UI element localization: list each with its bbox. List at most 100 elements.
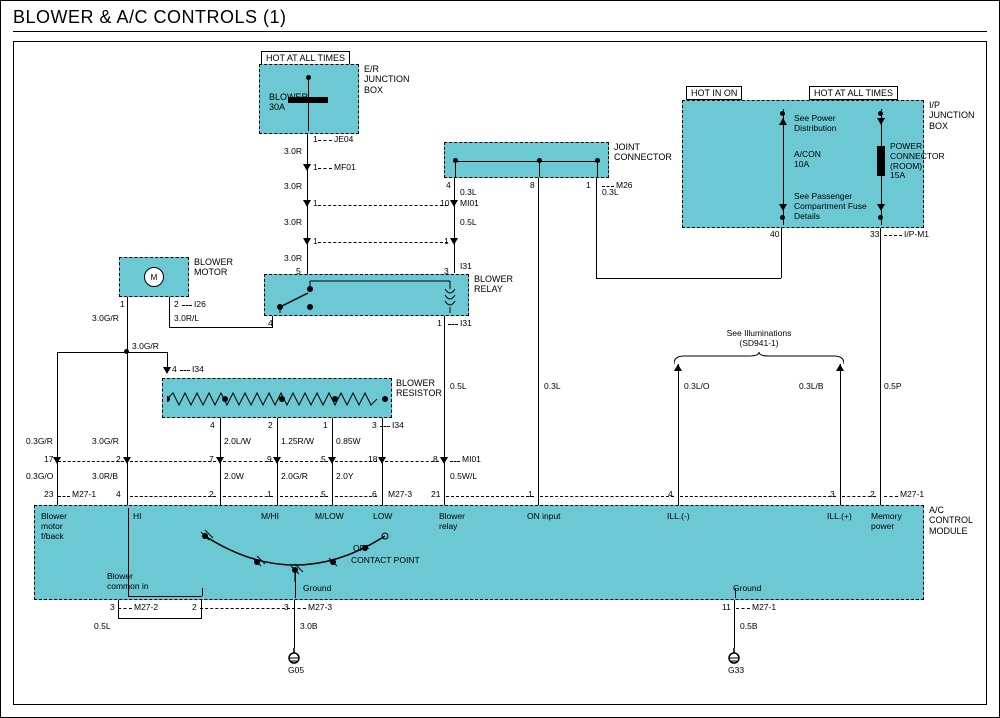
- pin-1e: 1: [528, 490, 533, 500]
- w-20W: 2.0W: [224, 472, 244, 482]
- conn-mi01-c: MI01: [462, 455, 481, 465]
- pin-3b: 3: [110, 603, 115, 613]
- see-illuminations: See Illuminations (SD941-1): [694, 329, 824, 349]
- pin-2c: 2: [870, 490, 875, 500]
- mod-contact-point: CONTACT POINT: [351, 556, 420, 566]
- w-30RL: 3.0R/L: [174, 314, 199, 324]
- joint-connector-label: JOINT CONNECTOR: [614, 142, 672, 163]
- hot-in-on-label: HOT IN ON: [686, 86, 742, 100]
- blower-relay-label: BLOWER RELAY: [474, 274, 513, 295]
- conn-mi01-b: MI01: [460, 199, 479, 209]
- mod-ill-minus: ILL.(-): [667, 512, 690, 522]
- mod-low: LOW: [373, 512, 392, 522]
- pin-17: 17: [44, 455, 53, 465]
- pin-9: 9: [267, 455, 272, 465]
- w-03L-a: 0.3L: [460, 188, 477, 198]
- ground-g05: G05: [288, 666, 304, 676]
- pin-mi01-1: 1: [313, 199, 318, 209]
- pin-i26-1: 1: [120, 300, 125, 310]
- pin-i31-1b: 1: [444, 237, 449, 247]
- w-30RB: 3.0R/B: [92, 472, 118, 482]
- pin-8a: 8: [433, 455, 438, 465]
- pin-m26-8: 8: [530, 181, 535, 191]
- joint-connector-box: [444, 142, 609, 178]
- w-03LO: 0.3L/O: [684, 382, 710, 392]
- w-05L-b: 0.5L: [450, 382, 467, 392]
- w-03GO: 0.3G/O: [26, 472, 53, 482]
- w-05L-a: 0.5L: [460, 218, 477, 228]
- mod-off: OFF: [353, 544, 370, 554]
- pin-i34-4b: 4: [210, 421, 215, 431]
- pin-mi01-10: 10: [440, 199, 449, 209]
- ground-icon-g05: [286, 648, 302, 664]
- diagram-frame: HOT AT ALL TIMES E/R JUNCTION BOX BLOWER…: [13, 41, 987, 705]
- ip-junction-box-label: I/P JUNCTION BOX: [929, 100, 975, 131]
- conn-m27-3-b: M27-3: [308, 603, 332, 613]
- w-30GR-b: 3.0G/R: [132, 342, 159, 352]
- conn-i34-b: I34: [392, 421, 404, 431]
- mod-ill-plus: ILL.(+): [827, 512, 852, 522]
- w-20LW: 2.0L/W: [224, 437, 251, 447]
- pin-ip-40: 40: [770, 230, 779, 240]
- conn-mf01: MF01: [334, 163, 356, 173]
- mod-ground-b: Ground: [733, 584, 761, 594]
- pin-18: 18: [368, 455, 377, 465]
- pin-2b: 2: [209, 490, 214, 500]
- w-20GR: 2.0G/R: [281, 472, 308, 482]
- conn-m27-1-c: M27-1: [752, 603, 776, 613]
- pin-i34-4: 4: [172, 365, 177, 375]
- blower-resistor-box: [162, 378, 392, 418]
- pin-i26-2: 2: [174, 300, 179, 310]
- w-05WL: 0.5W/L: [450, 472, 477, 482]
- conn-i31-b: I31: [460, 319, 472, 329]
- mod-ground-a: Ground: [303, 584, 331, 594]
- w-30R-c: 3.0R: [284, 218, 302, 228]
- er-junction-box-label: E/R JUNCTION BOX: [364, 64, 410, 95]
- pin-ip-33: 33: [870, 230, 879, 240]
- see-passenger: See Passenger Compartment Fuse Details: [794, 192, 867, 221]
- conn-i31-a: I31: [460, 262, 472, 272]
- pin-3a: 3: [830, 490, 835, 500]
- conn-m27-3-a: M27-3: [388, 490, 412, 500]
- pin-7: 7: [209, 455, 214, 465]
- pin-i31-1c: 1: [437, 319, 442, 329]
- mod-mlow: M/LOW: [315, 512, 344, 522]
- blower-relay-box: [264, 274, 469, 316]
- w-30B: 3.0B: [300, 622, 318, 632]
- w-03L-b: 0.3L: [544, 382, 561, 392]
- blower-fuse-label: BLOWER 30A: [269, 92, 308, 113]
- conn-i26: I26: [194, 300, 206, 310]
- ac-control-module-label: A/C CONTROL MODULE: [929, 505, 973, 536]
- ground-icon-g33: [726, 648, 742, 664]
- w-30R-d: 3.0R: [284, 254, 302, 264]
- mod-on-input: ON input: [527, 512, 561, 522]
- w-30GR-a: 3.0G/R: [92, 314, 119, 324]
- ground-g33: G33: [728, 666, 744, 676]
- w-125RW: 1.25R/W: [281, 437, 314, 447]
- w-085W: 0.85W: [336, 437, 361, 447]
- pin-5a: 5: [321, 455, 326, 465]
- pin-i34-1: 1: [323, 421, 328, 431]
- ip-power-conn-label: POWER CONNECTOR (ROOM) 15A: [890, 142, 945, 181]
- pin-i34-2: 2: [268, 421, 273, 431]
- pin-2a: 2: [116, 455, 121, 465]
- hot-at-all-times-label-2: HOT AT ALL TIMES: [809, 86, 898, 100]
- conn-m27-1-a: M27-1: [72, 490, 96, 500]
- mod-blower-fback: Blower motor f/back: [41, 512, 67, 541]
- pin-6: 6: [372, 490, 377, 500]
- title-divider: [13, 31, 987, 32]
- pin-m26-1: 1: [586, 181, 591, 191]
- pin-i34-3: 3: [372, 421, 377, 431]
- pin-4b: 4: [668, 490, 673, 500]
- conn-m27-1-b: M27-1: [900, 490, 924, 500]
- pin-5b: 5: [321, 490, 326, 500]
- w-03LB: 0.3L/B: [799, 382, 824, 392]
- pin-11: 11: [722, 603, 731, 613]
- motor-icon: M: [144, 267, 164, 287]
- w-05B: 0.5B: [740, 622, 758, 632]
- pin-m26-4: 4: [446, 181, 451, 191]
- pin-21: 21: [431, 490, 440, 500]
- mod-hi: HI: [133, 512, 142, 522]
- blower-resistor-label: BLOWER RESISTOR: [396, 378, 442, 399]
- blower-motor-label: BLOWER MOTOR: [194, 257, 233, 278]
